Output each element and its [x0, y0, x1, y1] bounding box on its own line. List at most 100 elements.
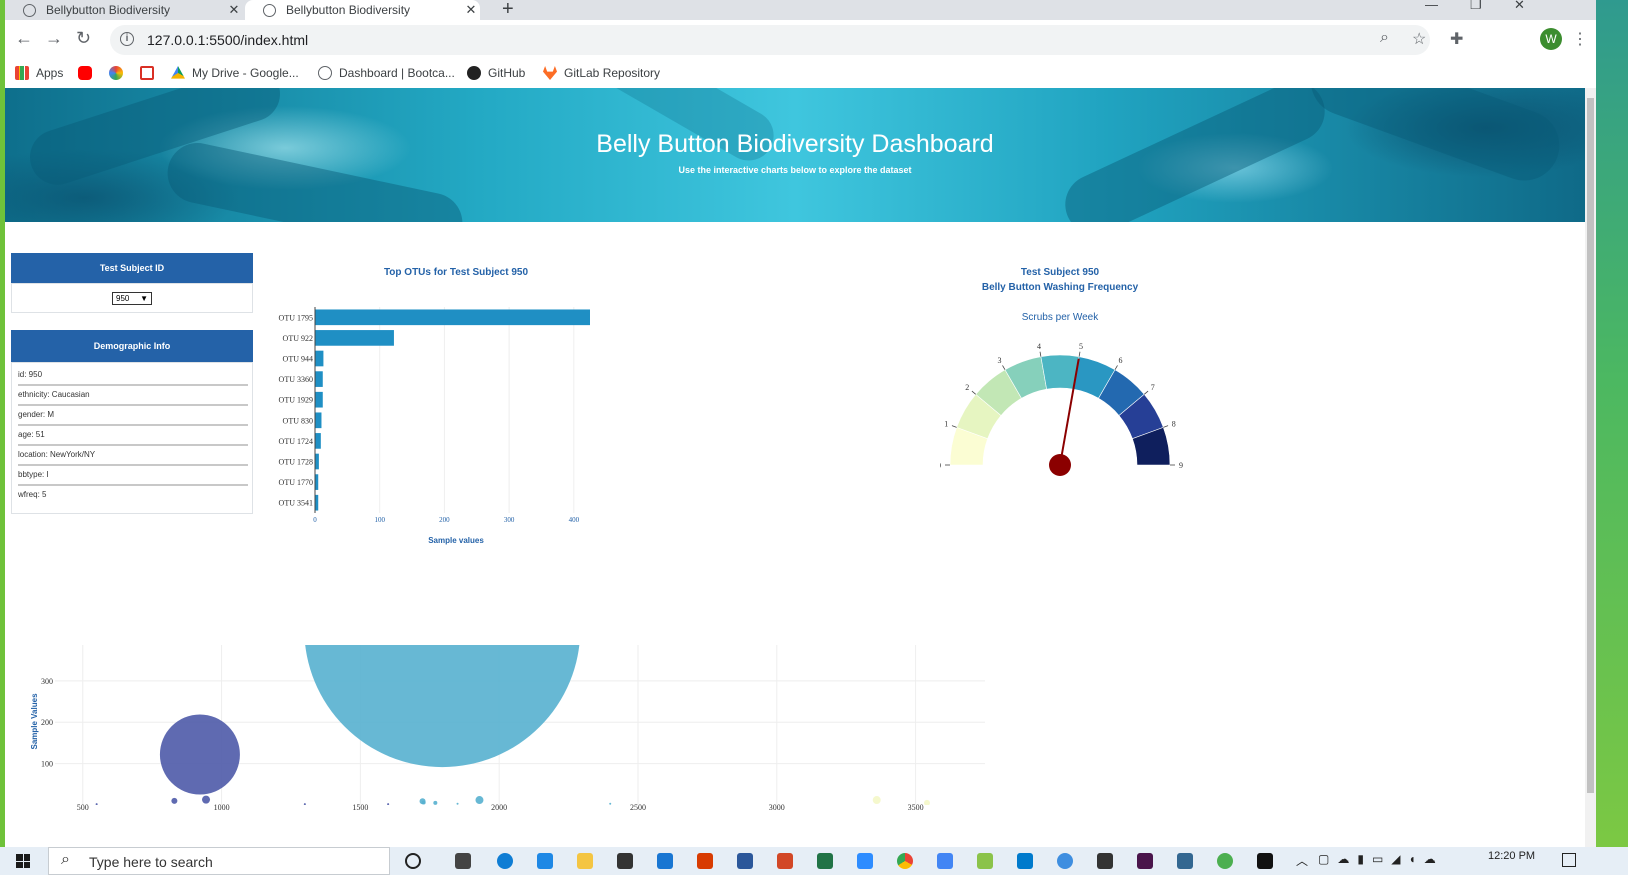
zoom-icon[interactable]: ⌕ [1380, 29, 1389, 47]
bookmark-dashboard[interactable]: Dashboard | Bootca... [318, 66, 455, 80]
x-axis-title: Sample values [428, 536, 484, 545]
word-icon[interactable] [737, 853, 753, 869]
cloud-upload-icon[interactable] [1057, 853, 1073, 869]
page-scrollbar[interactable] [1585, 88, 1596, 847]
gauge-tick-label: 6 [1119, 356, 1123, 365]
search-icon: ⌕ [61, 851, 70, 868]
x-tick-label: 2500 [630, 803, 646, 812]
gauge-tick-label: 3 [998, 356, 1002, 365]
taskbar-clock[interactable]: 12:20 PM [1488, 850, 1535, 862]
notifications-icon[interactable] [1562, 853, 1576, 867]
drive-icon [171, 66, 185, 79]
bookmark-photos[interactable] [109, 66, 130, 80]
app-icon[interactable] [977, 853, 993, 869]
zoom-app-icon[interactable] [857, 853, 873, 869]
chevron-down-icon: ▼ [140, 294, 148, 303]
bookmark-drive[interactable]: My Drive - Google... [171, 66, 299, 80]
mail-icon[interactable] [657, 853, 673, 869]
powerpoint-icon[interactable] [777, 853, 793, 869]
otu-bar-chart[interactable]: Top OTUs for Test Subject 950 0 100 200 300 4… [270, 265, 670, 575]
slack-icon[interactable] [1137, 853, 1153, 869]
bookmark-github[interactable]: GitHub [467, 66, 525, 80]
globe-icon [23, 3, 36, 17]
windows-start-icon[interactable] [16, 854, 30, 868]
profile-avatar[interactable]: W [1540, 28, 1562, 50]
edge-icon[interactable] [497, 853, 513, 869]
y-tick-label: OTU 830 [283, 416, 313, 425]
command-prompt-icon[interactable] [1257, 853, 1273, 869]
y-tick-label: 200 [41, 718, 53, 727]
minimize-icon[interactable]: — [1425, 0, 1438, 12]
office-icon[interactable] [697, 853, 713, 869]
bookmark-star-icon[interactable]: ☆ [1412, 29, 1426, 49]
bubble [159, 714, 240, 795]
address-bar[interactable]: i 127.0.0.1:5500/index.html [110, 25, 1430, 55]
bookmark-gmail[interactable] [140, 66, 161, 80]
y-tick-label: OTU 944 [283, 355, 313, 364]
vscode-icon[interactable] [1017, 853, 1033, 869]
bookmark-gitlab[interactable]: GitLab Repository [543, 66, 660, 80]
bar [315, 309, 590, 326]
tab-title: Bellybutton Biodiversity [46, 3, 171, 17]
gauge-subtitle: Belly Button Washing Frequency [982, 282, 1139, 293]
forward-icon[interactable]: → [45, 28, 63, 49]
terminal-icon[interactable] [1097, 853, 1113, 869]
cortana-icon[interactable] [405, 853, 421, 869]
reload-icon[interactable]: ↻ [76, 28, 91, 49]
desktop-right-edge [1596, 0, 1628, 847]
gauge-tick [1078, 351, 1081, 357]
bookmark-label: GitLab Repository [564, 66, 661, 80]
gauge-tick [1002, 365, 1006, 370]
otu-bubble-chart[interactable]: 500100015002000250030003500100200300400S… [20, 645, 1010, 845]
chevron-up-icon[interactable]: ︿ [1296, 852, 1308, 869]
header-banner: Belly Button Biodiversity Dashboard Use … [5, 88, 1585, 222]
info-icon[interactable]: i [120, 32, 134, 46]
gauge-title: Test Subject 950 [1021, 267, 1100, 278]
menu-kebab-icon[interactable]: ⋮ [1572, 29, 1588, 49]
scrollbar-thumb[interactable] [1587, 98, 1594, 793]
wash-frequency-gauge[interactable]: Test Subject 950 Belly Button Washing Fre… [940, 265, 1260, 505]
x-tick-label: 100 [374, 516, 385, 524]
restore-icon[interactable]: ❐ [1470, 0, 1482, 13]
close-tab-icon[interactable]: ✕ [462, 2, 480, 18]
x-tick-label: 3000 [769, 803, 785, 812]
y-tick-label: 100 [41, 760, 53, 769]
system-tray-icons[interactable]: ▢☁▮▭◢◖☁ [1318, 852, 1444, 866]
bubble [202, 795, 211, 804]
gauge-tick [1144, 390, 1149, 395]
gauge-tick-label: 8 [1172, 420, 1176, 429]
demographic-row: gender: M [18, 405, 248, 426]
excel-icon[interactable] [817, 853, 833, 869]
pinwheel-icon [109, 66, 123, 80]
teamviewer-icon[interactable] [537, 853, 553, 869]
subject-id-select[interactable]: 950 ▼ [112, 292, 152, 305]
browser-tab-2[interactable]: Bellybutton Biodiversity ✕ [245, 0, 480, 20]
gauge-needle-hub [1049, 454, 1071, 476]
file-explorer-icon[interactable] [577, 853, 593, 869]
globe-icon [318, 66, 332, 80]
bubble [456, 802, 459, 805]
task-view-icon[interactable] [455, 853, 471, 869]
browser-tab-1[interactable]: Bellybutton Biodiversity ✕ [5, 0, 243, 20]
gauge-tick-label: 9 [1179, 461, 1183, 470]
bookmark-youtube[interactable] [78, 66, 99, 80]
close-window-icon[interactable]: ✕ [1514, 0, 1525, 13]
new-tab-icon[interactable]: + [502, 0, 514, 21]
y-tick-label: OTU 3360 [279, 375, 313, 384]
back-icon[interactable]: ← [15, 28, 33, 49]
docs-icon[interactable] [937, 853, 953, 869]
store-icon[interactable] [617, 853, 633, 869]
close-tab-icon[interactable]: ✕ [225, 2, 243, 18]
chrome-icon[interactable] [897, 853, 913, 869]
gmail-icon [140, 66, 154, 80]
postgres-icon[interactable] [1177, 853, 1193, 869]
x-tick-label: 1000 [214, 803, 230, 812]
globe-icon [263, 3, 276, 17]
bubble [171, 797, 178, 804]
bookmark-apps[interactable]: Apps [15, 66, 63, 80]
bubble-group [95, 645, 930, 805]
mongodb-icon[interactable] [1217, 853, 1233, 869]
extensions-icon[interactable]: ✚ [1450, 29, 1463, 49]
taskbar-search-input[interactable]: ⌕ Type here to search [48, 847, 390, 875]
tab-strip: Bellybutton Biodiversity ✕ Bellybutton B… [5, 0, 1596, 20]
